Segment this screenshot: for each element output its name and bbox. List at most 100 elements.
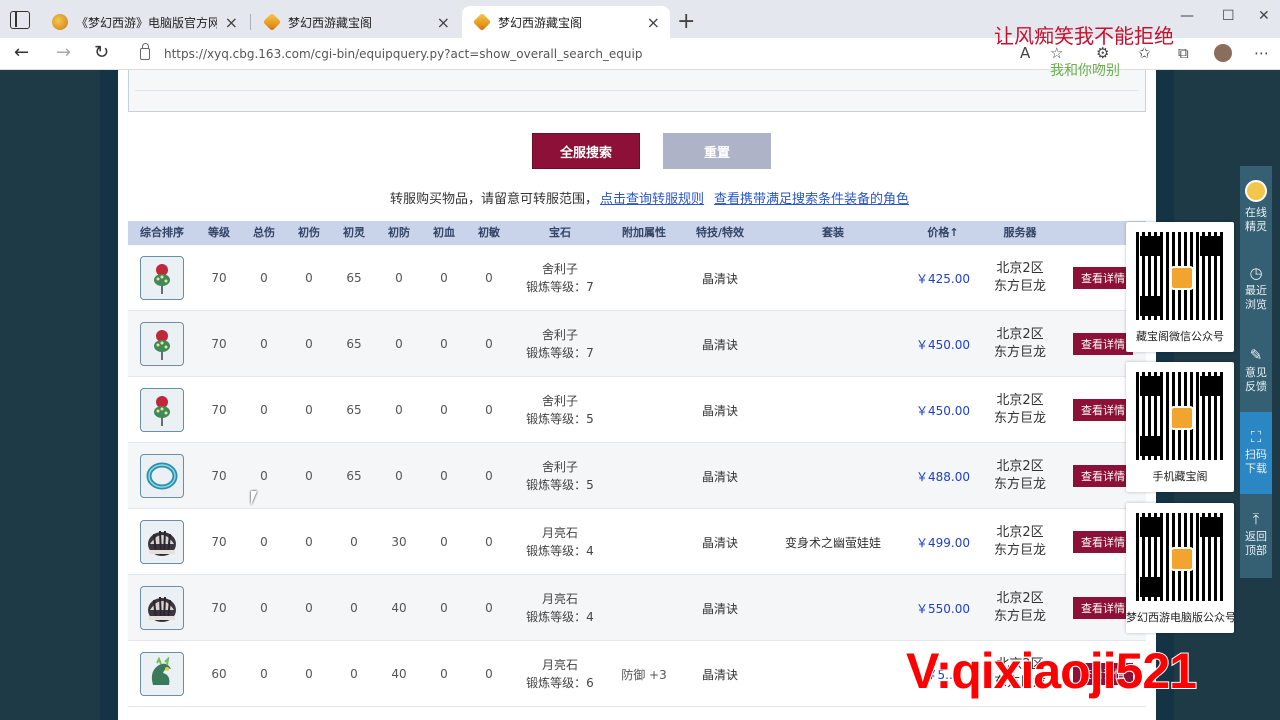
cell-chushang: 0 — [305, 271, 313, 285]
tab-title: 《梦幻西游》电脑版官方网站 - 8 — [76, 15, 217, 30]
cell-price: ￥450.00 — [916, 403, 970, 418]
table-row[interactable]: 70 0 0 0 40 0 0 月亮石 锻炼等级：4 晶清诀 ￥550.00 北京2区 东方巨龙 查看详情 — [128, 575, 1146, 641]
clock-icon: ◷ — [1249, 264, 1263, 282]
tab-separator — [250, 14, 251, 30]
scan-icon: ⛶ — [1250, 428, 1262, 446]
back-arrow-icon[interactable]: ← — [14, 42, 29, 63]
edit-icon: ✎ — [1249, 346, 1263, 364]
forward-arrow-icon[interactable]: → — [56, 42, 71, 63]
cell-chuling: 0 — [350, 667, 358, 681]
equipment-thumbnail[interactable] — [140, 322, 184, 366]
column-header[interactable]: 价格↑ — [927, 221, 958, 245]
view-characters-link[interactable]: 查看携带满足搜索条件装备的角色 — [714, 192, 909, 207]
column-header[interactable]: 综合排序 — [140, 221, 184, 245]
collections-icon[interactable]: ⧉ — [1178, 44, 1189, 62]
watermark-top-sub: 我和你吻别 — [1050, 63, 1120, 79]
url-text: https://xyq.cbg.163.com/cgi-bin/equipque… — [164, 47, 643, 61]
side-item-feedback[interactable]: ✎ 意见反馈 — [1240, 330, 1272, 412]
cell-chushang: 0 — [305, 403, 313, 417]
table-row[interactable]: 70 0 0 65 0 0 0 舍利子 锻炼等级：7 晶清诀 ￥425.00 北京2区 东方巨龙 查看详情 — [128, 245, 1146, 311]
refresh-icon[interactable]: ↻ — [94, 42, 109, 63]
view-details-button[interactable]: 查看详情 — [1073, 465, 1133, 487]
close-tab-icon[interactable]: × — [437, 13, 450, 32]
server-name: 东方巨龙 — [993, 279, 1047, 294]
close-window-icon[interactable]: ✕ — [1258, 8, 1270, 24]
view-details-button[interactable]: 查看详情 — [1073, 597, 1133, 619]
side-item-recent[interactable]: ◷ 最近浏览 — [1240, 248, 1272, 330]
equipment-thumbnail[interactable] — [140, 520, 184, 564]
close-tab-icon[interactable]: × — [225, 13, 238, 32]
cell-chuxue: 0 — [440, 403, 448, 417]
cell-zongshang: 0 — [260, 271, 268, 285]
new-tab-icon[interactable]: + — [677, 9, 695, 34]
cell-chushang: 0 — [305, 469, 313, 483]
url-field[interactable]: https://xyq.cbg.163.com/cgi-bin/equipque… — [140, 42, 1000, 66]
gem-level: 锻炼等级：4 — [526, 544, 594, 558]
transfer-rules-link[interactable]: 点击查询转服规则 — [600, 192, 704, 207]
gem-name: 舍利子 — [541, 262, 579, 276]
cell-chumin: 0 — [485, 271, 493, 285]
cell-chufang: 0 — [395, 337, 403, 351]
side-item-online-helper[interactable]: 在线精灵 — [1240, 166, 1272, 248]
server-region: 北京2区 — [996, 459, 1044, 474]
side-item-label: 最近浏览 — [1245, 284, 1267, 311]
cell-server: 北京2区 东方巨龙 — [994, 575, 1046, 641]
view-details-button[interactable]: 查看详情 — [1073, 267, 1133, 289]
column-header: 总伤 — [253, 226, 275, 239]
server-name: 东方巨龙 — [993, 543, 1047, 558]
more-menu-icon[interactable]: ⋯ — [1254, 44, 1269, 62]
side-item-label: 在线精灵 — [1245, 206, 1267, 233]
browser-tab-1[interactable]: 《梦幻西游》电脑版官方网站 - 8 × — [40, 6, 248, 38]
column-header: 等级 — [208, 226, 230, 239]
cell-level: 70 — [211, 403, 227, 417]
globe-favicon-icon — [52, 14, 68, 30]
cell-chufang: 0 — [395, 271, 403, 285]
maximize-icon[interactable]: ☐ — [1222, 8, 1235, 24]
server-wide-search-button[interactable]: 全服搜索 — [532, 133, 640, 169]
table-row[interactable]: 70 0 0 65 0 0 0 舍利子 锻炼等级：7 晶清诀 ￥450.00 北京2区 东方巨龙 查看详情 — [128, 311, 1146, 377]
server-region: 北京2区 — [996, 261, 1044, 276]
cell-chuling: 65 — [346, 271, 362, 285]
side-item-scan-download[interactable]: ⛶ 扫码下载 — [1240, 412, 1272, 494]
cell-chumin: 0 — [485, 337, 493, 351]
gem-name: 月亮石 — [541, 592, 579, 606]
side-item-back-to-top[interactable]: ⤒ 返回顶部 — [1240, 494, 1272, 576]
browser-tab-2[interactable]: 梦幻西游藏宝阁 × — [252, 6, 460, 38]
gem-name: 舍利子 — [541, 394, 579, 408]
view-details-button[interactable]: 查看详情 — [1073, 399, 1133, 421]
equipment-thumbnail[interactable] — [140, 652, 184, 696]
reset-button[interactable]: 重置 — [663, 133, 771, 169]
cell-gem: 舍利子锻炼等级：7 — [526, 245, 594, 311]
minimize-icon[interactable]: — — [1180, 8, 1194, 24]
page-left-border — [100, 70, 118, 720]
column-header: 初伤 — [298, 226, 320, 239]
cell-price: ￥499.00 — [916, 535, 970, 550]
cell-chuxue: 0 — [440, 667, 448, 681]
cell-server: 北京2区 东方巨龙 — [994, 509, 1046, 575]
equipment-thumbnail[interactable] — [140, 586, 184, 630]
cell-gem: 月亮石 锻炼等级：6 — [526, 641, 594, 707]
gem-level: 锻炼等级：7 — [526, 280, 594, 294]
side-nav: 在线精灵 ◷ 最近浏览 ✎ 意见反馈 ⛶ 扫码下载 ⤒ 返回顶部 — [1240, 166, 1272, 578]
tab-actions-icon[interactable] — [10, 11, 30, 29]
equipment-thumbnail[interactable] — [140, 388, 184, 432]
close-tab-icon[interactable]: × — [647, 13, 660, 32]
cell-chuxue: 0 — [440, 601, 448, 615]
cell-zongshang: 0 — [260, 667, 268, 681]
column-header: 套装 — [822, 226, 844, 239]
table-row[interactable]: 70 0 0 65 0 0 0 舍利子 锻炼等级：5 晶清诀 ￥450.00 北京2区 东方巨龙 查看详情 — [128, 377, 1146, 443]
table-row[interactable]: 70 0 0 0 30 0 0 月亮石 锻炼等级：4 晶清诀 变身术之幽萤娃娃 ￥499.00 北京2区… — [128, 509, 1146, 575]
view-details-button[interactable]: 查看详情 — [1073, 531, 1133, 553]
cell-level: 70 — [211, 535, 227, 549]
cell-level: 70 — [211, 271, 227, 285]
gem-level: 锻炼等级：5 — [526, 412, 594, 426]
view-details-button[interactable]: 查看详情 — [1073, 333, 1133, 355]
column-header: 附加属性 — [622, 226, 666, 239]
profile-avatar[interactable] — [1214, 44, 1232, 62]
lock-icon — [140, 43, 150, 60]
table-row[interactable]: 70 0 0 65 0 0 0 舍利子 锻炼等级：5 晶清诀 ￥488.00 北京2区 东方巨龙 查看详情 — [128, 443, 1146, 509]
browser-tab-3-active[interactable]: 梦幻西游藏宝阁 × — [462, 6, 670, 38]
equipment-thumbnail[interactable] — [140, 256, 184, 300]
cell-chufang: 0 — [395, 469, 403, 483]
equipment-thumbnail[interactable] — [140, 454, 184, 498]
